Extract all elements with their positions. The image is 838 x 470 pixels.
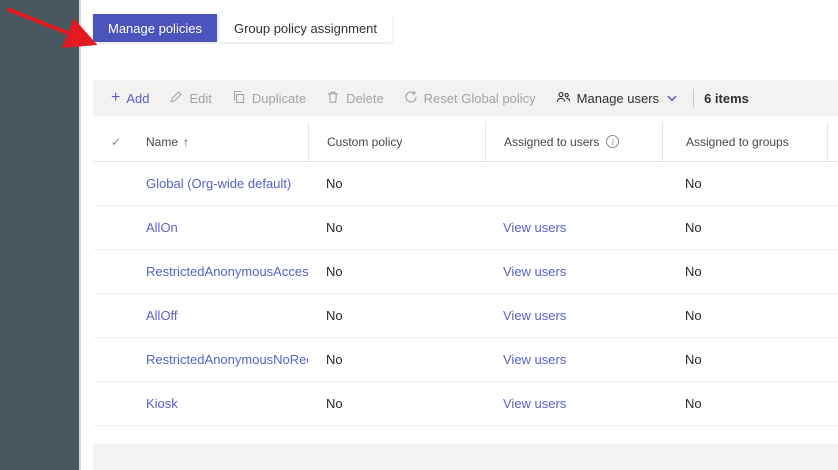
table-header-row: ✓ Name ↑ Custom policy Assigned to users… [93, 122, 838, 162]
items-count: 6 items [704, 90, 749, 106]
view-users-link[interactable]: View users [503, 264, 566, 279]
assigned-groups-value: No [685, 352, 702, 367]
view-users-link[interactable]: View users [503, 220, 566, 235]
row-select-cell[interactable] [93, 206, 146, 249]
custom-policy-value: No [326, 396, 343, 411]
assigned-groups-value: No [685, 264, 702, 279]
page: Manage policies Group policy assignment … [0, 0, 838, 470]
custom-policy-value: No [326, 264, 343, 279]
pencil-icon [169, 90, 183, 107]
policies-table: ✓ Name ↑ Custom policy Assigned to users… [93, 122, 838, 426]
people-icon [556, 90, 571, 107]
column-header-custom-policy: Custom policy [308, 122, 485, 161]
assigned-groups-value: No [685, 176, 702, 191]
custom-policy-value: No [326, 352, 343, 367]
edit-button[interactable]: Edit [159, 84, 221, 113]
copy-icon [232, 90, 246, 107]
policy-name-link[interactable]: AllOn [146, 220, 178, 235]
main-content: Manage policies Group policy assignment … [81, 0, 838, 470]
policy-name-link[interactable]: RestrictedAnonymousNoReco [146, 352, 308, 367]
plus-icon: + [111, 89, 121, 106]
add-button[interactable]: + Add [101, 85, 159, 112]
custom-policy-value: No [326, 220, 343, 235]
edit-button-label: Edit [189, 90, 212, 106]
chevron-down-icon [667, 95, 677, 102]
tab-group-policy-assignment[interactable]: Group policy assignment [218, 14, 393, 42]
column-assigned-users-label: Assigned to users [504, 134, 600, 149]
check-icon: ✓ [111, 134, 122, 149]
reset-global-policy-label: Reset Global policy [423, 90, 536, 106]
page-bottom-strip [93, 444, 838, 470]
row-select-cell[interactable] [93, 382, 146, 425]
info-icon[interactable]: i [606, 135, 620, 148]
view-users-link[interactable]: View users [503, 352, 566, 367]
row-select-cell[interactable] [93, 250, 146, 293]
tab-manage-policies[interactable]: Manage policies [93, 14, 217, 42]
column-assigned-groups-label: Assigned to groups [686, 134, 789, 149]
table-row: Kiosk No View users No [93, 382, 838, 426]
row-select-cell[interactable] [93, 338, 146, 381]
manage-users-button[interactable]: Manage users [546, 84, 687, 113]
view-users-link[interactable]: View users [503, 308, 566, 323]
delete-button[interactable]: Delete [316, 84, 394, 113]
policy-name-link[interactable]: Global (Org-wide default) [146, 176, 291, 191]
add-button-label: Add [126, 90, 150, 106]
assigned-groups-value: No [685, 220, 702, 235]
table-row: AllOn No View users No [93, 206, 838, 250]
delete-button-label: Delete [346, 90, 384, 106]
column-header-assigned-groups: Assigned to groups [662, 122, 828, 161]
row-select-cell[interactable] [93, 162, 146, 205]
column-name-label: Name [146, 134, 179, 149]
row-select-cell[interactable] [93, 294, 146, 337]
select-all-checkmark[interactable]: ✓ [93, 122, 146, 161]
manage-users-label: Manage users [576, 90, 660, 106]
custom-policy-value: No [326, 308, 343, 323]
view-users-link[interactable]: View users [503, 396, 566, 411]
duplicate-button[interactable]: Duplicate [222, 84, 316, 113]
sort-ascending-icon: ↑ [183, 134, 190, 149]
duplicate-button-label: Duplicate [251, 90, 307, 106]
column-header-name[interactable]: Name ↑ [146, 122, 308, 161]
reset-icon [404, 90, 418, 107]
table-row: AllOff No View users No [93, 294, 838, 338]
trash-icon [326, 90, 340, 107]
policy-name-link[interactable]: RestrictedAnonymousAccess. [146, 264, 308, 279]
table-row: RestrictedAnonymousAccess. No View users… [93, 250, 838, 294]
column-header-assigned-users: Assigned to users i [485, 122, 662, 161]
column-custom-policy-label: Custom policy [327, 134, 403, 149]
assigned-groups-value: No [685, 308, 702, 323]
app-sidebar [0, 0, 81, 470]
table-row: RestrictedAnonymousNoReco No View users … [93, 338, 838, 382]
policy-name-link[interactable]: AllOff [146, 308, 178, 323]
custom-policy-value: No [326, 176, 343, 191]
toolbar-divider [693, 89, 695, 107]
policy-name-link[interactable]: Kiosk [146, 396, 178, 411]
table-row: Global (Org-wide default) No No [93, 162, 838, 206]
assigned-groups-value: No [685, 396, 702, 411]
toolbar: + Add Edit Duplicate Delete Reset Global… [93, 80, 838, 116]
reset-global-policy-button[interactable]: Reset Global policy [394, 84, 546, 113]
tab-bar: Manage policies Group policy assignment [93, 14, 838, 42]
